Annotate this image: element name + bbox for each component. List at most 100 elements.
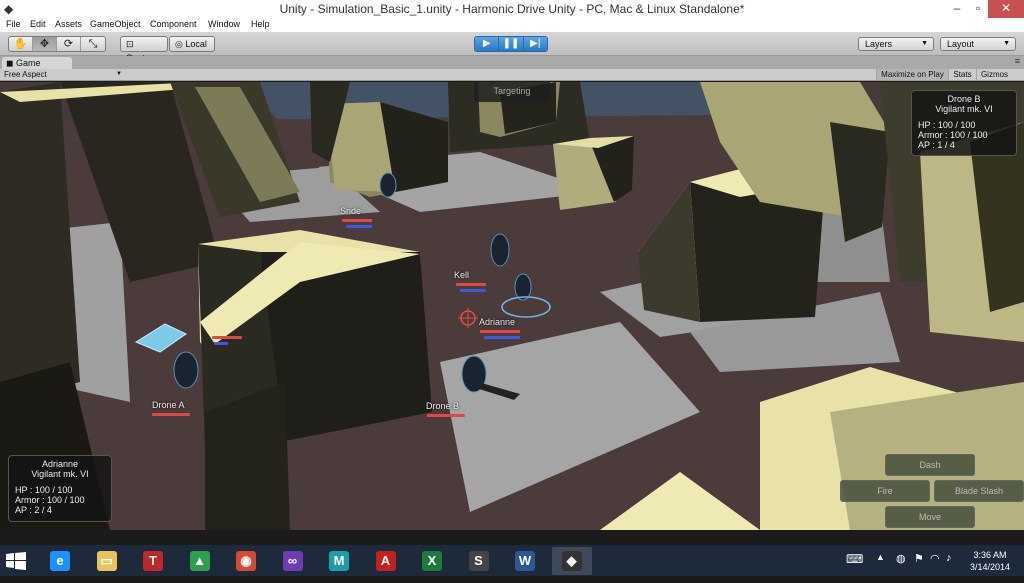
target-hp: HP : 100 / 100 bbox=[918, 120, 976, 130]
target-armor: Armor : 100 / 100 bbox=[918, 130, 988, 140]
taskbar-app[interactable]: ▭ bbox=[87, 547, 127, 575]
play-icon[interactable]: ▶ bbox=[475, 37, 500, 51]
unit-label-adrianne: Adrianne bbox=[479, 317, 516, 327]
menu-help[interactable]: Help bbox=[251, 19, 270, 29]
globe-icon: ◎ bbox=[175, 39, 186, 49]
pause-icon[interactable]: ❚❚ bbox=[499, 37, 524, 51]
chevron-down-icon: ▼ bbox=[921, 40, 928, 47]
chevron-down-icon: ▼ bbox=[1003, 40, 1010, 47]
unit-label-drone-a: Drone A bbox=[152, 400, 185, 410]
pivot-icon: ⊡ bbox=[126, 39, 134, 49]
panel-tab-bar: ◼ Game ≡ bbox=[0, 56, 1024, 69]
rotate-tool-icon[interactable]: ⟳ bbox=[57, 37, 81, 51]
minimize-button[interactable]: – bbox=[944, 0, 970, 18]
taskbar-app[interactable]: T bbox=[133, 547, 173, 575]
layers-label: Layers bbox=[865, 39, 893, 49]
maximize-button[interactable]: ▫ bbox=[970, 0, 986, 18]
word-icon: W bbox=[515, 551, 535, 571]
visual-studio-icon: ∞ bbox=[282, 551, 303, 571]
main-toolbar: ✋ ✥ ⟳ ⤡ ⊡ Center ◎ Local ▶ ❚❚ ▶| Layers … bbox=[0, 32, 1024, 63]
taskbar-app[interactable]: e bbox=[40, 547, 80, 575]
targeting-indicator: Targeting bbox=[474, 82, 550, 102]
wifi-icon[interactable]: ◠ bbox=[930, 552, 940, 565]
layers-dropdown[interactable]: Layers ▼ bbox=[858, 37, 934, 51]
selected-class: Vigilant mk. VI bbox=[31, 469, 89, 479]
target-info-card: Drone B Vigilant mk. VI HP : 100 / 100 A… bbox=[911, 90, 1017, 156]
close-button[interactable]: ✕ bbox=[988, 0, 1024, 18]
unity-taskbar-icon: ◆ bbox=[561, 551, 582, 571]
menu-assets[interactable]: Assets bbox=[55, 19, 82, 29]
title-bar[interactable]: ◆ Unity - Simulation_Basic_1.unity - Har… bbox=[0, 0, 1024, 18]
selected-armor: Armor : 100 / 100 bbox=[15, 495, 85, 505]
stats-toggle[interactable]: Stats bbox=[948, 69, 976, 80]
acrobat-icon: A bbox=[375, 551, 396, 571]
taskbar: e ▭ T ▲ ◉ ∞ M A X S W ◆ ⌨ ▲ ◍ ⚑ ◠ ♪ 3:36 AM 3/14/20… bbox=[0, 545, 1024, 576]
fire-button[interactable]: Fire bbox=[840, 480, 930, 502]
chevron-up-icon[interactable]: ▲ bbox=[876, 552, 885, 562]
unit-label-drone-b: Drone B bbox=[426, 401, 460, 411]
chrome-icon: ◉ bbox=[236, 551, 256, 571]
move-tool-icon[interactable]: ✥ bbox=[33, 37, 57, 51]
taskbar-app[interactable]: W bbox=[505, 547, 545, 575]
scale-tool-icon[interactable]: ⤡ bbox=[81, 37, 105, 51]
game-viewport[interactable]: Sride Kell Adrianne Drone A Drone B Targ… bbox=[0, 82, 1024, 530]
menu-file[interactable]: File bbox=[6, 19, 21, 29]
blade-slash-button[interactable]: Blade Slash bbox=[934, 480, 1024, 502]
menu-window[interactable]: Window bbox=[208, 19, 240, 29]
menu-gameobject[interactable]: GameObject bbox=[90, 19, 141, 29]
space-toggle[interactable]: ◎ Local bbox=[169, 36, 215, 52]
tab-game[interactable]: ◼ Game bbox=[2, 57, 72, 69]
system-tray: ⌨ ▲ ◍ ⚑ ◠ ♪ bbox=[846, 552, 956, 583]
hp-bar bbox=[427, 414, 465, 417]
layout-dropdown[interactable]: Layout ▼ bbox=[940, 37, 1016, 51]
flag-icon[interactable]: ⚑ bbox=[914, 552, 924, 565]
taskbar-app[interactable]: ∞ bbox=[273, 547, 313, 575]
hand-tool-icon[interactable]: ✋ bbox=[9, 37, 33, 51]
move-button[interactable]: Move bbox=[885, 506, 975, 528]
game-view-toolbar: Free Aspect ▼ Maximize on Play Stats Giz… bbox=[0, 69, 1024, 81]
armor-bar bbox=[346, 225, 372, 228]
target-ap: AP : 1 / 4 bbox=[918, 140, 955, 150]
taskbar-app[interactable]: A bbox=[366, 547, 406, 575]
panel-menu-icon[interactable]: ≡ bbox=[1015, 56, 1020, 66]
gizmos-toggle[interactable]: Gizmos bbox=[976, 69, 1012, 80]
taskbar-app[interactable]: M bbox=[319, 547, 359, 575]
menu-bar: File Edit Assets GameObject Component Wi… bbox=[0, 18, 1024, 32]
clock[interactable]: 3:36 AM 3/14/2014 bbox=[962, 549, 1018, 573]
selected-ap: AP : 2 / 4 bbox=[15, 505, 52, 515]
windows-start-icon[interactable] bbox=[6, 552, 26, 570]
taskbar-app[interactable]: ◉ bbox=[226, 547, 266, 575]
play-controls: ▶ ❚❚ ▶| bbox=[474, 36, 548, 52]
selected-unit-card: Adrianne Vigilant mk. VI HP : 100 / 100 … bbox=[8, 455, 112, 522]
tab-game-label: Game bbox=[15, 58, 41, 68]
unit-label-sride: Sride bbox=[340, 206, 362, 216]
volume-icon[interactable]: ♪ bbox=[946, 552, 952, 564]
hp-bar bbox=[456, 283, 486, 286]
app-t-icon: T bbox=[143, 551, 163, 571]
clock-date: 3/14/2014 bbox=[969, 562, 1011, 572]
taskbar-app[interactable]: S bbox=[459, 547, 499, 575]
chevron-down-icon: ▼ bbox=[116, 71, 122, 77]
hp-bar bbox=[342, 219, 372, 222]
selected-name: Adrianne bbox=[41, 459, 79, 469]
space-label: Local bbox=[185, 39, 207, 49]
taskbar-app[interactable]: ◆ bbox=[551, 547, 592, 575]
taskbar-app[interactable]: ▲ bbox=[180, 547, 220, 575]
unit-label-kell: Kell bbox=[454, 270, 470, 280]
hp-bar bbox=[152, 413, 190, 416]
google-drive-icon: ▲ bbox=[189, 551, 210, 571]
window-title: Unity - Simulation_Basic_1.unity - Harmo… bbox=[279, 2, 745, 16]
menu-component[interactable]: Component bbox=[150, 19, 197, 29]
scene-render bbox=[0, 82, 1024, 530]
pivot-toggle[interactable]: ⊡ Center bbox=[120, 36, 168, 63]
step-icon[interactable]: ▶| bbox=[523, 37, 547, 51]
network-icon[interactable]: ◍ bbox=[896, 552, 906, 565]
hp-bar bbox=[480, 330, 520, 333]
dash-button[interactable]: Dash bbox=[885, 454, 975, 476]
aspect-dropdown[interactable]: Free Aspect ▼ bbox=[4, 69, 124, 80]
keyboard-icon[interactable]: ⌨ bbox=[846, 552, 863, 566]
menu-edit[interactable]: Edit bbox=[30, 19, 46, 29]
taskbar-app[interactable]: X bbox=[412, 547, 452, 575]
sublime-icon: S bbox=[468, 551, 489, 571]
maximize-on-play-toggle[interactable]: Maximize on Play bbox=[876, 69, 948, 80]
